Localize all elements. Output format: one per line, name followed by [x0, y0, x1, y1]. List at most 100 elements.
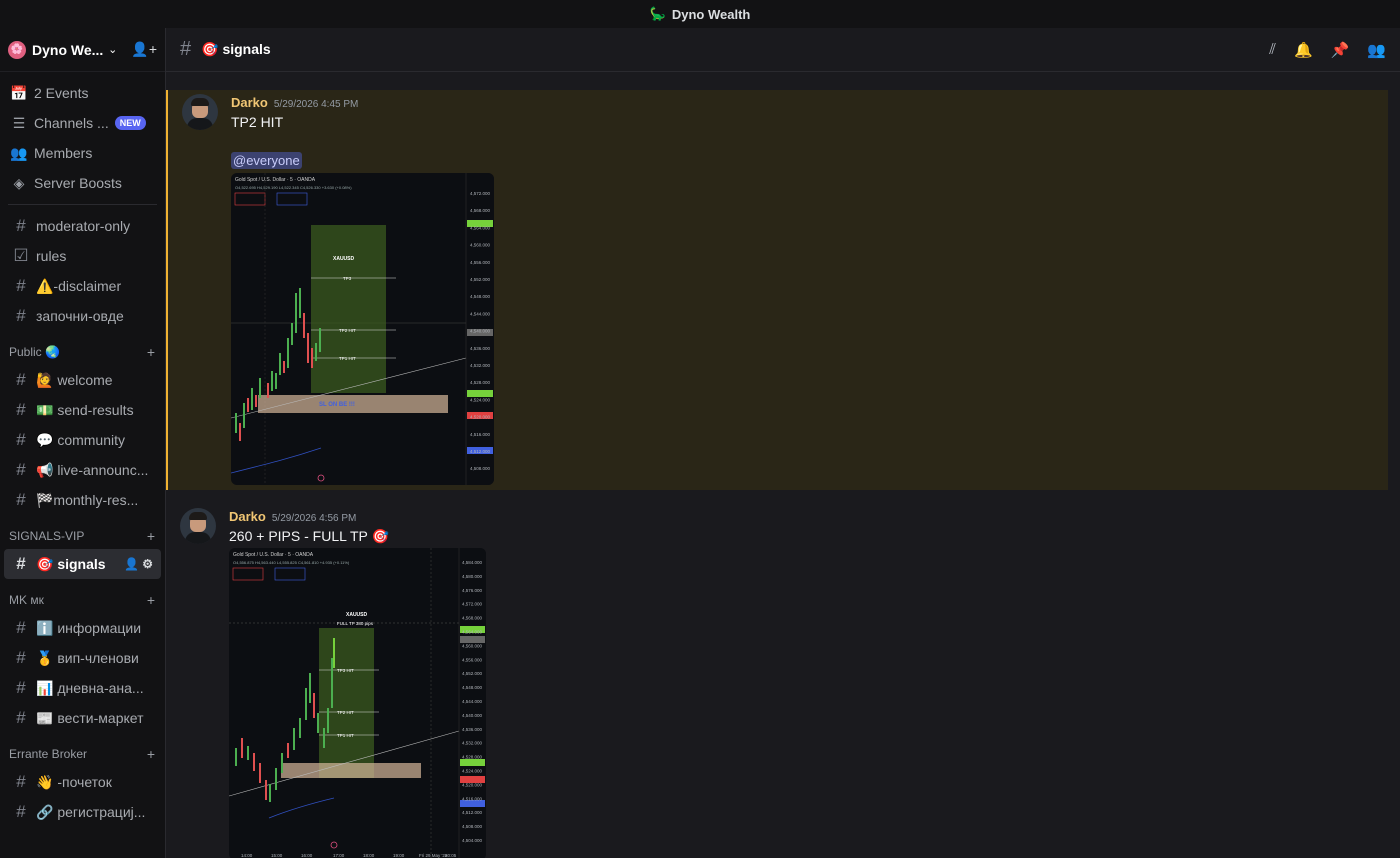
- message-text: 260 + PIPS - FULL TP 🎯: [229, 528, 389, 544]
- chart-ohlc: O4,556.875 H4,563.440 L4,555.825 C4,561.…: [233, 560, 350, 565]
- price-tick: 4,568.000: [470, 208, 491, 213]
- price-tick: 4,552.000: [462, 671, 483, 676]
- price-tick: 4,504.000: [462, 838, 483, 843]
- channel-label: 🏁monthly-res...: [36, 491, 139, 508]
- message-highlighted[interactable]: Darko 5/29/2026 4:45 PM TP2 HIT @everyone…: [166, 90, 1388, 490]
- channel-label: започни-овде: [36, 308, 124, 324]
- threads-icon[interactable]: ⫽: [1269, 41, 1276, 59]
- category-signals-vip[interactable]: SIGNALS-VIP +: [0, 523, 165, 549]
- price-tick: 4,564.000: [462, 630, 483, 635]
- channel-label: 👋 -почеток: [36, 773, 112, 790]
- ma-line: [231, 447, 322, 474]
- price-tick: 4,512.000: [470, 449, 491, 454]
- buy-box: [276, 192, 308, 206]
- time-tick: 20:05: [445, 853, 457, 858]
- ma-line: [268, 797, 335, 819]
- category-public[interactable]: Public 🌏 +: [0, 339, 165, 365]
- hash-icon: #: [16, 400, 26, 419]
- price-tick: 4,568.000: [462, 616, 483, 621]
- channel-market-news[interactable]: # 📰 вести-маркет: [4, 703, 161, 733]
- price-tick: 4,560.000: [462, 643, 483, 648]
- members-icon: 👥: [10, 144, 28, 161]
- time-tick: 19:00: [393, 853, 405, 858]
- category-label: MK мк: [9, 593, 44, 607]
- bell-icon[interactable]: 🔔: [1294, 41, 1313, 59]
- channel-start[interactable]: # 👋 -почеток: [4, 767, 161, 797]
- price-tick: 4,508.000: [470, 466, 491, 471]
- buy-box: [274, 567, 306, 581]
- price-tick: 4,528.000: [462, 755, 483, 760]
- invite-icon[interactable]: 👤: [124, 557, 139, 571]
- members-link[interactable]: 👥 Members: [0, 138, 165, 168]
- chat-main: # 🎯 signals ⫽ 🔔 📌 👥 Darko 5/29/2026 4:45 …: [165, 28, 1400, 858]
- chart-symbol-label: XAUUSD: [333, 256, 355, 262]
- hash-icon: #: [16, 430, 26, 449]
- chart-symbol-label: XAUUSD: [346, 612, 368, 618]
- channel-info[interactable]: # ℹ️ информации: [4, 613, 161, 643]
- chart-image-2[interactable]: Gold Spot / U.S. Dollar · 5 · OANDA O4,5…: [229, 548, 486, 858]
- member-list-icon[interactable]: 👥: [1367, 41, 1386, 59]
- channel-label: 📊 дневна-ана...: [36, 679, 144, 696]
- channel-community[interactable]: # 💬 community: [4, 425, 161, 455]
- price-tick: 4,544.000: [470, 311, 491, 316]
- hash-icon: #: [16, 460, 26, 479]
- channel-label: 💵 send-results: [36, 401, 134, 418]
- channel-monthly-results[interactable]: # 🏁monthly-res...: [4, 485, 161, 515]
- everyone-mention[interactable]: @everyone: [231, 152, 302, 169]
- category-mk[interactable]: MK мк +: [0, 587, 165, 613]
- hash-icon: #: [180, 38, 192, 60]
- channel-start-here[interactable]: # започни-овде: [4, 301, 161, 331]
- gear-icon[interactable]: ⚙: [142, 557, 153, 571]
- price-tick: 4,532.000: [462, 741, 483, 746]
- pin-icon[interactable]: 📌: [1331, 41, 1350, 59]
- channel-disclaimer[interactable]: # ⚠️-disclaimer: [4, 271, 161, 301]
- add-channel-icon[interactable]: +: [147, 592, 155, 608]
- tp3-tag: TP3: [343, 276, 352, 281]
- avatar[interactable]: [180, 508, 216, 544]
- add-channel-icon[interactable]: +: [147, 528, 155, 544]
- channel-live-announcements[interactable]: # 📢 live-announc...: [4, 455, 161, 485]
- sidebar-divider: [8, 204, 157, 205]
- channel-signals[interactable]: # 🎯 signals 👤 ⚙: [4, 549, 161, 579]
- channel-vip-members[interactable]: # 🥇 вип-членови: [4, 643, 161, 673]
- browse-channels-link[interactable]: ☰ Channels ... NEW: [0, 108, 165, 138]
- category-broker[interactable]: Errante Broker +: [0, 741, 165, 767]
- price-tick: 4,556.000: [470, 260, 491, 265]
- add-channel-icon[interactable]: +: [147, 746, 155, 762]
- channel-welcome[interactable]: # 🙋 welcome: [4, 365, 161, 395]
- new-badge: NEW: [114, 116, 146, 130]
- channel-title: 🎯 signals: [201, 41, 271, 57]
- price-tick: 4,540.000: [470, 329, 491, 334]
- message[interactable]: Darko 5/29/2026 4:56 PM 260 + PIPS - FULL…: [166, 504, 1388, 858]
- header-toolbar: ⫽ 🔔 📌 👥: [1269, 41, 1386, 59]
- members-label: Members: [34, 145, 93, 161]
- message-header: Darko 5/29/2026 4:56 PM: [229, 509, 356, 524]
- avatar[interactable]: [182, 94, 218, 130]
- add-member-icon[interactable]: 👤+: [131, 41, 157, 58]
- server-name: Dyno We...: [32, 41, 104, 58]
- channel-send-results[interactable]: # 💵 send-results: [4, 395, 161, 425]
- channel-label: 📢 live-announc...: [36, 461, 149, 478]
- channel-daily-analysis[interactable]: # 📊 дневна-ана...: [4, 673, 161, 703]
- price-tick: 4,556.000: [462, 657, 483, 662]
- author-name[interactable]: Darko: [231, 95, 268, 110]
- price-tick: 4,544.000: [462, 699, 483, 704]
- server-header[interactable]: 🌸 Dyno We... ⌄ 👤+: [0, 28, 165, 72]
- add-channel-icon[interactable]: +: [147, 344, 155, 360]
- tp-zone: [311, 225, 386, 393]
- price-tick: 4,584.000: [462, 560, 483, 565]
- channel-label: ⚠️-disclaimer: [36, 277, 122, 294]
- channel-moderator-only[interactable]: # moderator-only: [4, 211, 161, 241]
- events-link[interactable]: 📅 2 Events: [0, 78, 165, 108]
- chart-image-1[interactable]: Gold Spot / U.S. Dollar · 5 · OANDA O4,5…: [231, 173, 494, 485]
- server-boosts-link[interactable]: ◈ Server Boosts: [0, 168, 165, 198]
- category-label: Errante Broker: [9, 747, 88, 761]
- chevron-down-icon[interactable]: ⌄: [108, 43, 117, 56]
- price-tick: 4,564.000: [470, 225, 491, 230]
- channel-rules[interactable]: ☑ rules: [4, 241, 161, 271]
- author-name[interactable]: Darko: [229, 509, 266, 524]
- dyno-logo-icon: 🦕: [649, 6, 666, 21]
- channel-registration[interactable]: # 🔗 регистрациј...: [4, 797, 161, 827]
- price-tick: 4,572.000: [470, 191, 491, 196]
- channel-label: 💬 community: [36, 431, 126, 448]
